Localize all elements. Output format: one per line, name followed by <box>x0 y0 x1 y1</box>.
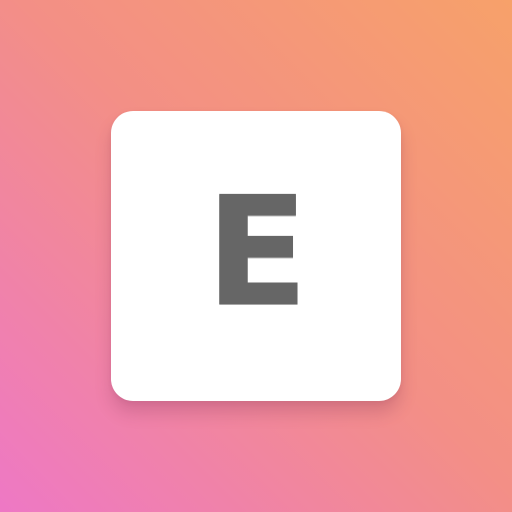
app-icon-letter: E <box>205 163 309 340</box>
app-icon-tile: E <box>111 111 401 401</box>
